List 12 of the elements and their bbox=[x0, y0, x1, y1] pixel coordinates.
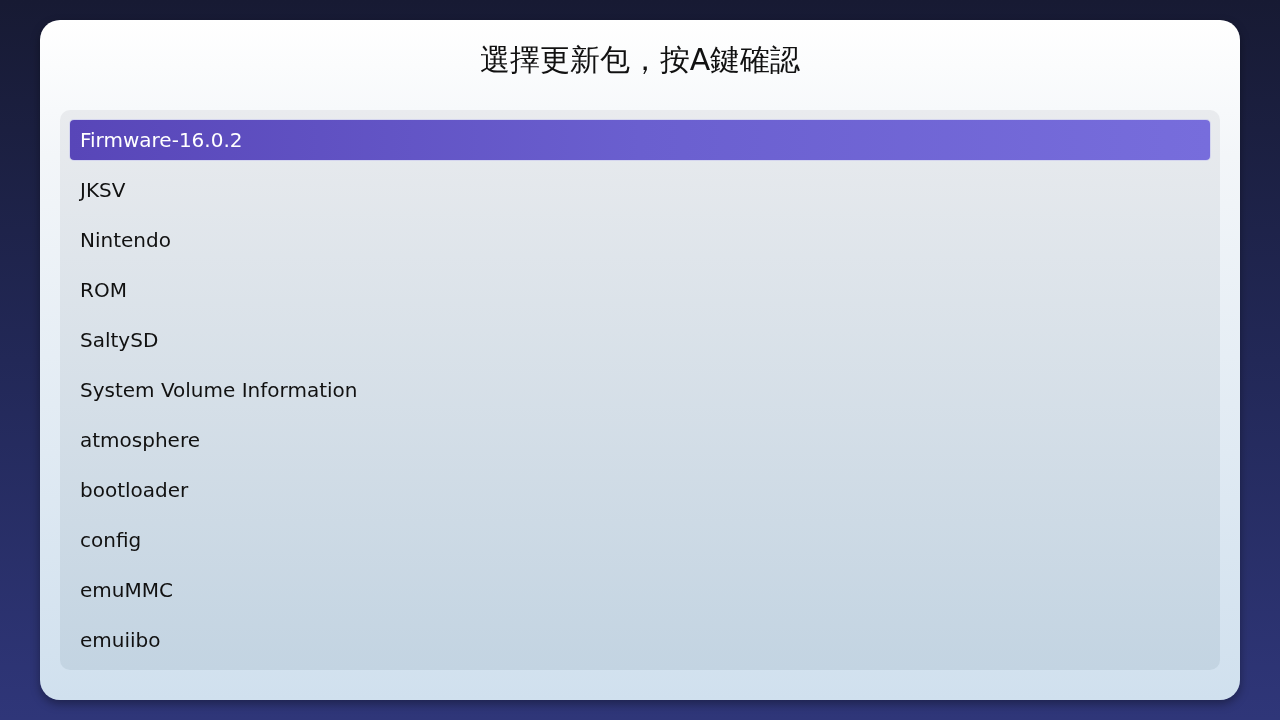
list-item[interactable]: SaltySD bbox=[70, 320, 1210, 360]
list-item[interactable]: emuMMC bbox=[70, 570, 1210, 610]
list-item[interactable]: JKSV bbox=[70, 170, 1210, 210]
dialog-title: 選擇更新包，按A鍵確認 bbox=[479, 41, 801, 79]
list-item[interactable]: bootloader bbox=[70, 470, 1210, 510]
list-item[interactable]: config bbox=[70, 520, 1210, 560]
list-item[interactable]: System Volume Information bbox=[70, 370, 1210, 410]
list-item[interactable]: Firmware-16.0.2 bbox=[70, 120, 1210, 160]
list-item[interactable]: Nintendo bbox=[70, 220, 1210, 260]
list-item[interactable]: emuiibo bbox=[70, 620, 1210, 660]
list-item[interactable]: atmosphere bbox=[70, 420, 1210, 460]
list-item[interactable]: ROM bbox=[70, 270, 1210, 310]
